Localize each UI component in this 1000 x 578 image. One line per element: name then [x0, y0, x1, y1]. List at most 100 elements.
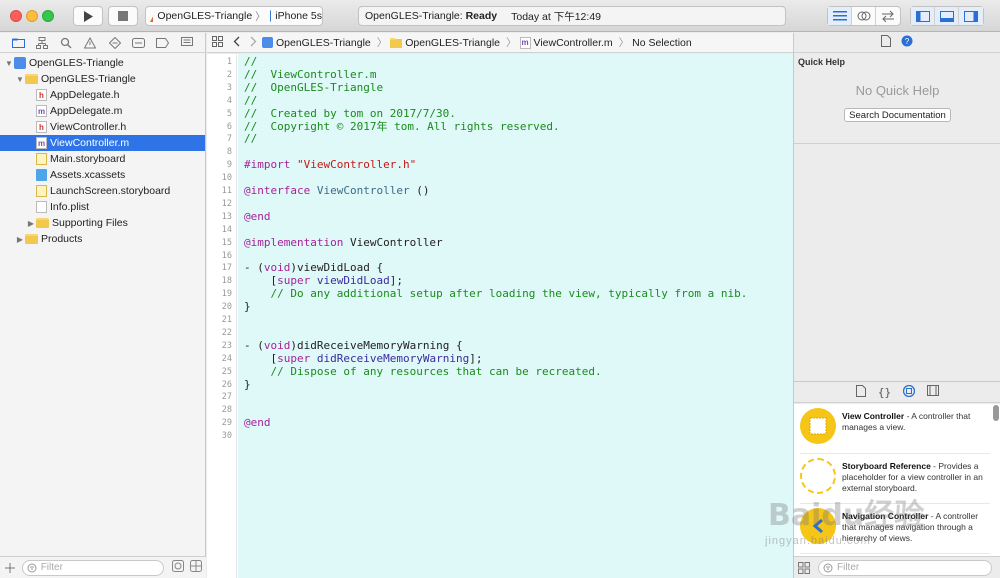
crumb-group-label: OpenGLES-Triangle	[405, 36, 500, 49]
standard-editor-button[interactable]	[828, 7, 852, 25]
forward-button[interactable]	[250, 36, 257, 50]
filter-icon	[27, 563, 37, 572]
related-items-button[interactable]	[212, 35, 223, 50]
toggle-utilities-button[interactable]	[959, 7, 983, 25]
code-line: }	[244, 377, 251, 391]
minimize-window-button[interactable]	[26, 10, 38, 22]
library-item-text: View Controller - A controller that mana…	[842, 406, 990, 433]
find-navigator-tab[interactable]	[58, 35, 74, 51]
file-tree-item-label: Supporting Files	[52, 217, 128, 229]
bottom-panel-icon	[939, 10, 954, 22]
search-documentation-button[interactable]: Search Documentation	[844, 108, 951, 122]
library-scrollbar[interactable]	[993, 405, 999, 421]
zoom-window-button[interactable]	[42, 10, 54, 22]
recent-files-button[interactable]	[172, 560, 184, 575]
object-library-tab[interactable]	[902, 384, 916, 400]
project-navigator-tab[interactable]	[10, 35, 26, 51]
close-window-button[interactable]	[10, 10, 22, 22]
media-library-tab[interactable]	[927, 385, 940, 399]
line-number: 14	[221, 224, 232, 235]
project-navigator: ▼ OpenGLES-Triangle ▼ OpenGLES-Triangle h App…	[0, 33, 206, 578]
line-number: 9	[226, 160, 232, 171]
version-editor-button[interactable]	[876, 7, 900, 25]
disclosure-triangle-icon[interactable]: ▼	[15, 75, 25, 84]
symbol-navigator-tab[interactable]	[34, 35, 50, 51]
file-tree-item-label: AppDelegate.h	[50, 89, 120, 101]
crumb-file-label: ViewController.m	[533, 36, 613, 49]
object-library-icon	[902, 384, 916, 397]
file-tree-item[interactable]: h AppDelegate.h	[0, 87, 205, 103]
code-line: // Copyright © 2017年 tom. All rights res…	[244, 119, 560, 133]
chevron-left-icon	[233, 36, 240, 46]
file-tree-item[interactable]: ▶ Products	[0, 231, 205, 247]
toggle-navigator-button[interactable]	[911, 7, 935, 25]
file-tree-item[interactable]: Assets.xcassets	[0, 167, 205, 183]
add-icon[interactable]	[4, 562, 16, 574]
back-button[interactable]	[233, 36, 240, 50]
grid-view-icon[interactable]	[798, 561, 810, 574]
debug-navigator-tab[interactable]	[131, 35, 147, 51]
issue-navigator-tab[interactable]	[82, 35, 98, 51]
line-number: 12	[221, 198, 232, 209]
disclosure-triangle-icon[interactable]: ▼	[4, 59, 14, 68]
project-icon	[262, 37, 273, 48]
code-snippet-library-tab[interactable]: {}	[878, 386, 891, 399]
report-navigator-tab[interactable]	[179, 35, 195, 51]
file-tree-item[interactable]: Main.storyboard	[0, 151, 205, 167]
status-state: Ready	[465, 10, 498, 22]
file-tree-item[interactable]: ▼ OpenGLES-Triangle	[0, 71, 205, 87]
stop-button[interactable]	[108, 6, 138, 26]
warning-icon	[84, 36, 97, 48]
line-number: 22	[221, 327, 232, 338]
code-line: // Do any additional setup after loading…	[270, 287, 748, 301]
file-tree-item[interactable]: h ViewController.h	[0, 119, 205, 135]
library-filter-field[interactable]: Filter	[818, 559, 992, 576]
document-icon	[881, 35, 891, 47]
line-number: 20	[221, 302, 232, 313]
navigator-filter-field[interactable]: Filter	[21, 559, 164, 576]
file-tree-item[interactable]: m AppDelegate.m	[0, 103, 205, 119]
file-template-library-tab[interactable]	[855, 384, 866, 400]
file-tree-item-label: Main.storyboard	[50, 153, 126, 165]
scheme-selector[interactable]: OpenGLES-Triangle 〉 iPhone 5s	[145, 6, 323, 26]
assistant-editor-button[interactable]	[852, 7, 876, 25]
scheme-device-label: iPhone 5s	[275, 10, 322, 22]
file-tree-item[interactable]: ▶ Supporting Files	[0, 215, 205, 231]
run-button[interactable]	[73, 6, 103, 26]
crumb-file[interactable]: m ViewController.m	[519, 36, 613, 49]
right-panel-icon	[964, 10, 978, 22]
library-item[interactable]: View Controller - A controller that mana…	[800, 406, 990, 454]
crumb-separator: 〉	[506, 37, 517, 49]
file-inspector-tab[interactable]	[881, 35, 891, 50]
line-number: 1	[226, 57, 232, 67]
folder-icon	[390, 37, 403, 48]
disclosure-triangle-icon[interactable]: ▶	[15, 235, 25, 244]
line-number: 21	[221, 315, 232, 325]
jump-bar: OpenGLES-Triangle 〉 OpenGLES-Triangle 〉 …	[207, 33, 793, 53]
file-tree-item[interactable]: LaunchScreen.storyboard	[0, 183, 205, 199]
crumb-group[interactable]: OpenGLES-Triangle	[390, 37, 500, 49]
storyboard-icon	[36, 185, 47, 197]
quick-help-tab[interactable]: ?	[901, 35, 913, 50]
code-line: - (void)didReceiveMemoryWarning {	[244, 338, 463, 352]
file-tree-item-label: Assets.xcassets	[50, 169, 126, 181]
crumb-project[interactable]: OpenGLES-Triangle	[262, 37, 371, 49]
file-tree-item[interactable]: m ViewController.m	[0, 135, 205, 151]
crumb-symbol[interactable]: No Selection	[632, 37, 692, 49]
toggle-debug-area-button[interactable]	[935, 7, 959, 25]
line-number: 5	[226, 108, 232, 119]
test-navigator-tab[interactable]	[107, 35, 123, 51]
file-tree-item-label: OpenGLES-Triangle	[41, 73, 136, 85]
breakpoint-navigator-tab[interactable]	[155, 35, 171, 51]
source-editor[interactable]: 1 2 3 4 5 6 7 8 9 10 11 12 13 14 15 16 17 18 19 20 21 22 23 24 2…	[207, 54, 793, 578]
storyboard-reference-icon	[800, 458, 836, 494]
modified-files-button[interactable]	[190, 560, 202, 575]
code-area[interactable]: //// ViewController.m// OpenGLES-Triangl…	[238, 54, 793, 578]
header-file-icon: h	[36, 121, 47, 133]
file-tree-item[interactable]: Info.plist	[0, 199, 205, 215]
folder-icon	[11, 38, 25, 48]
status-time: Today at 下午12:49	[511, 10, 601, 23]
source-file-icon: m	[36, 105, 47, 117]
disclosure-triangle-icon[interactable]: ▶	[26, 219, 36, 228]
file-tree-item[interactable]: ▼ OpenGLES-Triangle	[0, 55, 205, 71]
